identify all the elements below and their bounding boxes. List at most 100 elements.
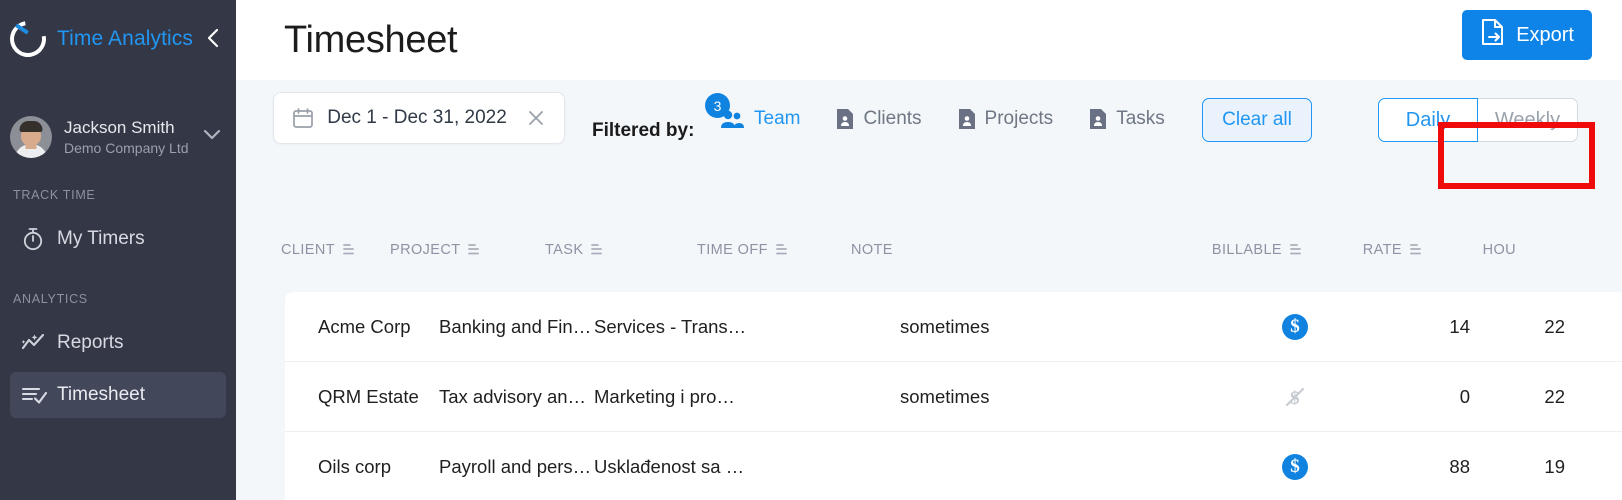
cell-task: Usklađenost sa … bbox=[594, 455, 745, 477]
chevron-down-icon bbox=[203, 129, 221, 140]
sort-icon[interactable] bbox=[775, 243, 787, 258]
view-mode-toggle: Daily Weekly bbox=[1378, 98, 1578, 142]
cell-rate: 88 bbox=[1449, 455, 1470, 477]
cell-client: Oils corp bbox=[318, 455, 391, 477]
column-label: HOU bbox=[1482, 242, 1516, 258]
sort-icon[interactable] bbox=[343, 243, 354, 258]
sidebar-section-track-time: TRACK TIME bbox=[13, 188, 96, 202]
filter-chip-label: Projects bbox=[984, 108, 1054, 129]
table-row[interactable]: QRM Estate Tax advisory an… Marketing i … bbox=[285, 362, 1622, 432]
cell-note: sometimes bbox=[900, 315, 990, 337]
sidebar-item-reports[interactable]: Reports bbox=[10, 320, 226, 366]
timesheet-check-icon bbox=[21, 384, 51, 406]
column-header-hours[interactable]: HOU bbox=[1421, 242, 1516, 258]
sort-icon[interactable] bbox=[591, 243, 603, 258]
column-header-time-off[interactable]: TIME OFF bbox=[697, 242, 851, 258]
column-label: BILLABLE bbox=[1211, 242, 1282, 258]
billable-dollar-icon: $ bbox=[1282, 313, 1308, 340]
sidebar-item-timesheet[interactable]: Timesheet bbox=[10, 372, 226, 418]
sidebar: Time Analytics Jackson Smith Demo Compan… bbox=[0, 0, 236, 500]
billable-dollar-icon: $ bbox=[1282, 453, 1308, 480]
cell-project: Tax advisory an… bbox=[439, 385, 587, 407]
table-row[interactable]: Oils corp Payroll and pers… Usklađenost … bbox=[285, 432, 1622, 500]
sort-icon[interactable] bbox=[1410, 243, 1421, 258]
column-label: PROJECT bbox=[390, 242, 461, 258]
sidebar-item-label: Reports bbox=[57, 332, 124, 353]
table-row[interactable]: Acme Corp Banking and Fin… Services - Tr… bbox=[285, 292, 1622, 362]
cell-hours: 22 bbox=[1544, 315, 1565, 337]
tab-weekly[interactable]: Weekly bbox=[1478, 98, 1578, 142]
cell-hours: 22 bbox=[1544, 385, 1565, 407]
column-header-rate[interactable]: RATE bbox=[1301, 242, 1421, 258]
topbar: Timesheet Export bbox=[236, 0, 1622, 80]
page-title: Timesheet bbox=[284, 18, 458, 61]
filter-chip-label: Team bbox=[754, 108, 801, 129]
cell-task: Services - Trans… bbox=[594, 315, 746, 337]
main-content: Timesheet Export Dec 1 - Dec 31, 2022 Fi… bbox=[236, 0, 1622, 500]
user-company: Demo Company Ltd bbox=[64, 139, 189, 156]
sidebar-item-label: Timesheet bbox=[57, 384, 145, 405]
cell-billable: $ bbox=[1240, 384, 1350, 410]
filter-bar: Dec 1 - Dec 31, 2022 Filtered by: 3 Team… bbox=[236, 80, 1622, 200]
filter-chip-label: Clients bbox=[863, 108, 922, 129]
tab-daily[interactable]: Daily bbox=[1378, 98, 1478, 142]
filter-chip-tasks[interactable]: Tasks bbox=[1089, 108, 1165, 130]
cell-task: Marketing i pro… bbox=[594, 385, 735, 407]
clear-all-wrapper: Clear all bbox=[1202, 98, 1312, 142]
date-range-value: Dec 1 - Dec 31, 2022 bbox=[327, 107, 507, 128]
column-header-project[interactable]: PROJECT bbox=[390, 242, 545, 258]
filter-chips: 3 Team Clients Projects Tasks bbox=[705, 93, 1201, 130]
timesheet-app: Time Analytics Jackson Smith Demo Compan… bbox=[0, 0, 1622, 500]
avatar bbox=[10, 116, 52, 158]
cell-project: Payroll and pers… bbox=[439, 455, 592, 477]
timesheet-table: Acme Corp Banking and Fin… Services - Tr… bbox=[285, 292, 1622, 500]
cell-hours: 19 bbox=[1544, 455, 1565, 477]
sort-icon[interactable] bbox=[468, 243, 480, 258]
sidebar-collapse-button[interactable] bbox=[198, 22, 228, 54]
column-header-task[interactable]: TASK bbox=[545, 242, 697, 258]
user-name: Jackson Smith bbox=[64, 117, 175, 137]
task-file-icon bbox=[1089, 108, 1107, 130]
user-profile[interactable]: Jackson Smith Demo Company Ltd bbox=[0, 102, 236, 172]
column-header-note: NOTE bbox=[851, 242, 1191, 258]
date-range-picker[interactable]: Dec 1 - Dec 31, 2022 bbox=[273, 92, 565, 144]
team-filter-badge: 3 bbox=[705, 93, 730, 118]
sidebar-item-label: My Timers bbox=[57, 228, 145, 249]
column-label: TIME OFF bbox=[697, 242, 768, 258]
project-file-icon bbox=[958, 108, 976, 130]
export-file-icon bbox=[1480, 18, 1506, 52]
cell-rate: 0 bbox=[1459, 385, 1470, 407]
filter-chip-clients[interactable]: Clients bbox=[836, 108, 922, 130]
stopwatch-icon bbox=[21, 226, 51, 252]
client-file-icon bbox=[836, 108, 854, 130]
brand-name: Time Analytics bbox=[57, 27, 193, 50]
cell-client: Acme Corp bbox=[318, 315, 411, 337]
clear-all-button[interactable]: Clear all bbox=[1202, 98, 1312, 142]
cell-client: QRM Estate bbox=[318, 385, 419, 407]
column-header-client[interactable]: CLIENT bbox=[236, 242, 390, 258]
filter-chip-label: Tasks bbox=[1116, 108, 1165, 129]
column-label: NOTE bbox=[851, 242, 893, 258]
column-label: CLIENT bbox=[281, 242, 335, 258]
sidebar-section-analytics: ANALYTICS bbox=[13, 292, 88, 306]
cell-project: Banking and Fin… bbox=[439, 315, 592, 337]
sidebar-item-my-timers[interactable]: My Timers bbox=[10, 216, 226, 262]
filter-chip-projects[interactable]: Projects bbox=[958, 108, 1054, 130]
column-header-billable[interactable]: BILLABLE bbox=[1191, 242, 1301, 258]
filter-chip-team[interactable]: 3 Team bbox=[705, 93, 801, 130]
date-range-clear-button[interactable] bbox=[526, 108, 546, 128]
analytics-line-icon bbox=[21, 332, 51, 354]
table-header: CLIENT PROJECT TASK TIME OFF NOTE BILLAB… bbox=[236, 200, 1622, 292]
filtered-by-label: Filtered by: bbox=[592, 120, 695, 141]
export-button[interactable]: Export bbox=[1462, 10, 1592, 60]
sort-icon[interactable] bbox=[1290, 243, 1301, 258]
user-menu-toggle[interactable] bbox=[202, 128, 222, 146]
time-analytics-logo-icon bbox=[2, 13, 54, 65]
chevron-left-icon bbox=[207, 28, 219, 48]
cell-rate: 14 bbox=[1449, 315, 1470, 337]
cell-billable: $ bbox=[1240, 313, 1350, 340]
cell-note: sometimes bbox=[900, 385, 990, 407]
column-label: RATE bbox=[1362, 242, 1402, 258]
column-label: TASK bbox=[545, 242, 584, 258]
non-billable-dollar-icon: $ bbox=[1282, 384, 1308, 410]
